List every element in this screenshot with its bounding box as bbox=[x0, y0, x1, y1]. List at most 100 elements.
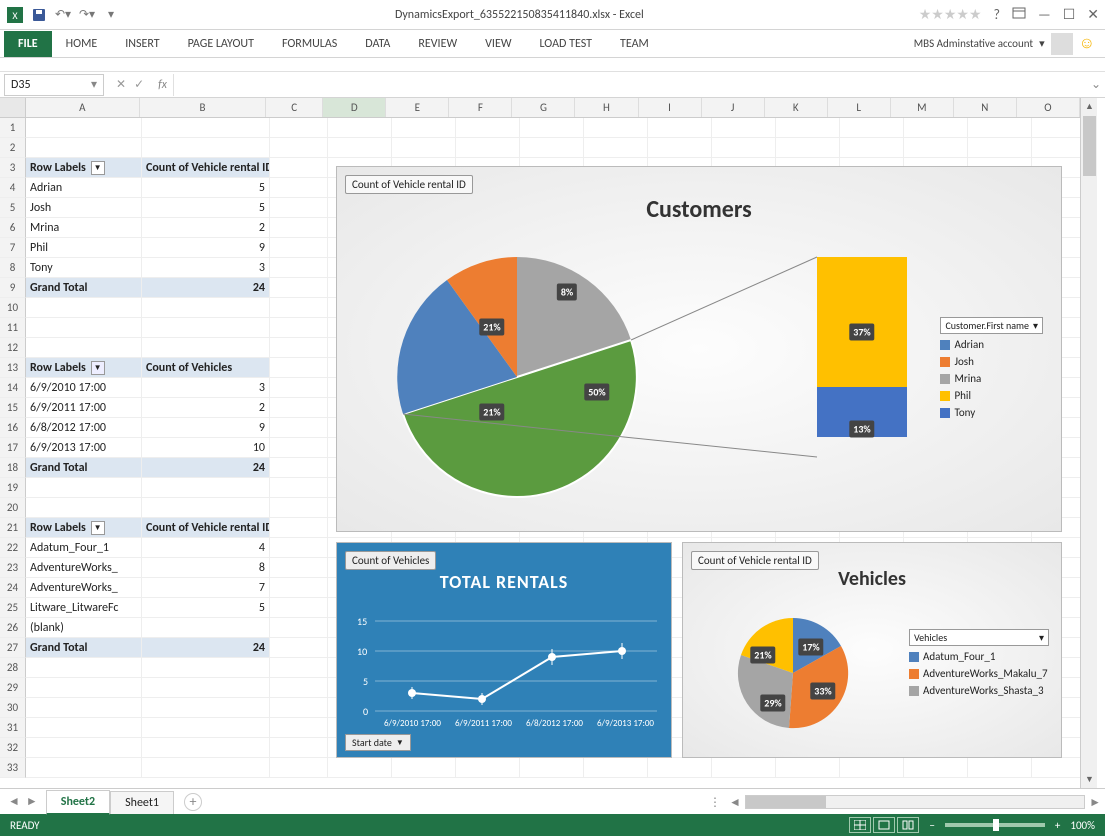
formula-input[interactable] bbox=[173, 74, 1087, 96]
cell[interactable] bbox=[270, 678, 328, 698]
row-header[interactable]: 1 bbox=[0, 118, 26, 138]
cell[interactable]: 5 bbox=[142, 178, 270, 198]
tab-next-icon[interactable]: ► bbox=[26, 794, 38, 809]
cell[interactable]: 10 bbox=[142, 438, 270, 458]
cell[interactable] bbox=[904, 118, 968, 138]
cell[interactable] bbox=[520, 118, 584, 138]
cell[interactable]: Row Labels ▼ bbox=[26, 358, 142, 378]
row-header[interactable]: 12 bbox=[0, 338, 26, 358]
undo-icon[interactable]: ↶▾ bbox=[54, 6, 72, 24]
cell[interactable]: Count of Vehicle rental ID bbox=[142, 518, 270, 538]
add-sheet-icon[interactable]: + bbox=[184, 793, 202, 811]
cell[interactable] bbox=[270, 218, 328, 238]
cell[interactable]: Row Labels ▼ bbox=[26, 518, 142, 538]
cell[interactable] bbox=[270, 498, 328, 518]
cell[interactable]: 24 bbox=[142, 458, 270, 478]
cell[interactable]: Grand Total bbox=[26, 458, 142, 478]
cell[interactable] bbox=[142, 758, 270, 778]
horizontal-scrollbar[interactable]: ⋮ ◄ ► bbox=[705, 793, 1105, 811]
save-icon[interactable] bbox=[30, 6, 48, 24]
col-header[interactable]: I bbox=[639, 98, 702, 117]
cell[interactable] bbox=[26, 118, 142, 138]
cell[interactable] bbox=[1032, 118, 1080, 138]
filter-active-icon[interactable]: ▼ bbox=[91, 361, 105, 375]
cell[interactable] bbox=[26, 758, 142, 778]
cell[interactable]: 6/8/2012 17:00 bbox=[26, 418, 142, 438]
row-header[interactable]: 28 bbox=[0, 658, 26, 678]
cell[interactable] bbox=[142, 498, 270, 518]
cell[interactable] bbox=[270, 638, 328, 658]
cell[interactable] bbox=[270, 238, 328, 258]
cell[interactable] bbox=[270, 398, 328, 418]
cell[interactable] bbox=[712, 118, 776, 138]
cell[interactable] bbox=[270, 298, 328, 318]
view-pagebreak-icon[interactable] bbox=[897, 817, 919, 833]
cell[interactable]: Row Labels ▼ bbox=[26, 158, 142, 178]
row-header[interactable]: 10 bbox=[0, 298, 26, 318]
cell[interactable]: Mrina bbox=[26, 218, 142, 238]
cell[interactable]: Adrian bbox=[26, 178, 142, 198]
row-header[interactable]: 2 bbox=[0, 138, 26, 158]
cell[interactable] bbox=[142, 318, 270, 338]
cell[interactable] bbox=[26, 738, 142, 758]
cell[interactable] bbox=[270, 718, 328, 738]
cell[interactable] bbox=[270, 418, 328, 438]
cell[interactable] bbox=[456, 758, 520, 778]
cell[interactable]: 6/9/2010 17:00 bbox=[26, 378, 142, 398]
cell[interactable] bbox=[584, 138, 648, 158]
cell[interactable] bbox=[270, 578, 328, 598]
column-headers[interactable]: A B C D E F G H I J K L M N O bbox=[0, 98, 1080, 118]
scroll-down-icon[interactable]: ▼ bbox=[1081, 771, 1098, 788]
enter-formula-icon[interactable]: ✓ bbox=[134, 77, 144, 92]
vertical-scrollbar[interactable]: ▲ ▼ bbox=[1080, 98, 1097, 788]
cell[interactable] bbox=[142, 718, 270, 738]
cell[interactable] bbox=[142, 658, 270, 678]
cell[interactable]: AdventureWorks_ bbox=[26, 558, 142, 578]
view-normal-icon[interactable] bbox=[849, 817, 871, 833]
cell[interactable] bbox=[142, 678, 270, 698]
cell[interactable] bbox=[142, 138, 270, 158]
cell[interactable] bbox=[270, 558, 328, 578]
cell[interactable] bbox=[270, 158, 328, 178]
cell[interactable] bbox=[392, 758, 456, 778]
cell[interactable] bbox=[904, 758, 968, 778]
cell[interactable] bbox=[270, 598, 328, 618]
cell[interactable] bbox=[1032, 138, 1080, 158]
legend-filter[interactable]: Vehicles▾ bbox=[909, 629, 1049, 646]
cell[interactable] bbox=[776, 118, 840, 138]
cell[interactable] bbox=[328, 118, 392, 138]
cell[interactable]: 2 bbox=[142, 398, 270, 418]
axis-filter[interactable]: Start date▼ bbox=[345, 734, 411, 751]
col-header[interactable]: H bbox=[575, 98, 638, 117]
cell[interactable]: AdventureWorks_ bbox=[26, 578, 142, 598]
cell[interactable] bbox=[142, 698, 270, 718]
cell[interactable]: 24 bbox=[142, 278, 270, 298]
tab-formulas[interactable]: FORMULAS bbox=[268, 31, 351, 57]
row-header[interactable]: 24 bbox=[0, 578, 26, 598]
cell[interactable]: Count of Vehicles bbox=[142, 358, 270, 378]
cell[interactable] bbox=[26, 318, 142, 338]
cell[interactable] bbox=[840, 138, 904, 158]
cell[interactable] bbox=[270, 338, 328, 358]
qat-customize-icon[interactable]: ▾ bbox=[102, 6, 120, 24]
cell[interactable] bbox=[328, 758, 392, 778]
cell[interactable]: 7 bbox=[142, 578, 270, 598]
cell[interactable] bbox=[26, 138, 142, 158]
cell[interactable] bbox=[328, 138, 392, 158]
cell[interactable]: 5 bbox=[142, 598, 270, 618]
cancel-formula-icon[interactable]: ✕ bbox=[116, 77, 126, 92]
smile-icon[interactable]: ☺ bbox=[1079, 34, 1095, 53]
cell[interactable]: Grand Total bbox=[26, 278, 142, 298]
cell[interactable] bbox=[968, 138, 1032, 158]
minimize-icon[interactable]: — bbox=[1038, 6, 1051, 23]
cell[interactable] bbox=[968, 758, 1032, 778]
cell[interactable]: 9 bbox=[142, 238, 270, 258]
cell[interactable] bbox=[26, 718, 142, 738]
zoom-in-icon[interactable]: + bbox=[1055, 819, 1060, 832]
cell[interactable]: Litware_LitwareFc bbox=[26, 598, 142, 618]
cell[interactable]: 6/9/2011 17:00 bbox=[26, 398, 142, 418]
user-account[interactable]: MBS Adminstative account▾ ☺ bbox=[914, 33, 1095, 55]
chart-vehicles[interactable]: Count of Vehicle rental ID Vehicles 17% … bbox=[682, 542, 1062, 758]
row-header[interactable]: 33 bbox=[0, 758, 26, 778]
tab-team[interactable]: TEAM bbox=[606, 31, 663, 57]
